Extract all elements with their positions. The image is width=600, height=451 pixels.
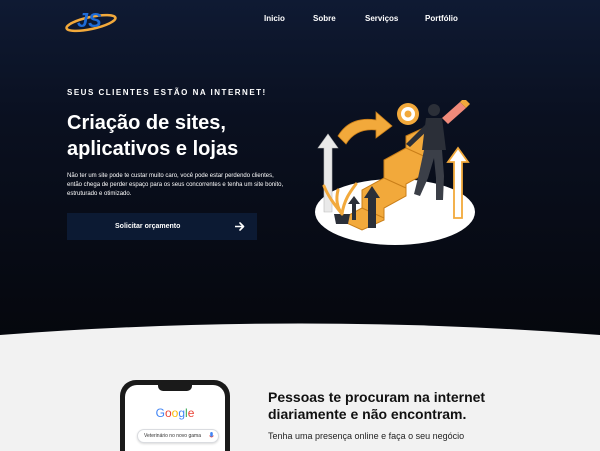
microphone-icon [209, 432, 214, 438]
section2-title-line2: diariamente e não encontram. [268, 406, 467, 422]
nav-item-servicos[interactable]: Serviços [365, 14, 398, 23]
hero-description: Não ter um site pode te custar muito car… [67, 173, 284, 197]
phone-search-box: Veterinário no novo gama [137, 429, 219, 443]
phone-screen: Google Veterinário no novo gama [125, 385, 225, 451]
nav-item-sobre[interactable]: Sobre [313, 14, 336, 23]
request-quote-label: Solicitar orçamento [115, 223, 181, 230]
hero-headline: Criação de sites, aplicativos e lojas [67, 110, 307, 162]
nav-item-portfolio[interactable]: Portfólio [425, 14, 458, 23]
phone-mockup: Google Veterinário no novo gama [120, 380, 230, 451]
hero-headline-line2: aplicativos e lojas [67, 138, 239, 160]
hero-headline-line1: Criação de sites, [67, 112, 226, 134]
growth-illustration [315, 100, 475, 245]
section2-text: Tenha uma presença online e faça o seu n… [268, 431, 465, 441]
hero-bottom-curve [0, 323, 600, 340]
main-nav: Inicio Sobre Serviços Portfólio [0, 14, 600, 28]
arrow-right-icon [235, 222, 245, 231]
nav-item-inicio[interactable]: Inicio [264, 14, 285, 23]
google-logo: Google [155, 406, 195, 420]
hero-section: JS Inicio Sobre Serviços Portfólio SEUS … [0, 0, 600, 340]
phone-search-query: Veterinário no novo gama [144, 433, 201, 439]
hero-eyebrow: SEUS CLIENTES ESTÃO NA INTERNET! [67, 88, 267, 97]
request-quote-button[interactable]: Solicitar orçamento [67, 213, 257, 240]
section2-title: Pessoas te procuram na internet diariame… [268, 389, 568, 423]
section2-title-line1: Pessoas te procuram na internet [268, 389, 486, 405]
phone-notch [158, 385, 192, 391]
